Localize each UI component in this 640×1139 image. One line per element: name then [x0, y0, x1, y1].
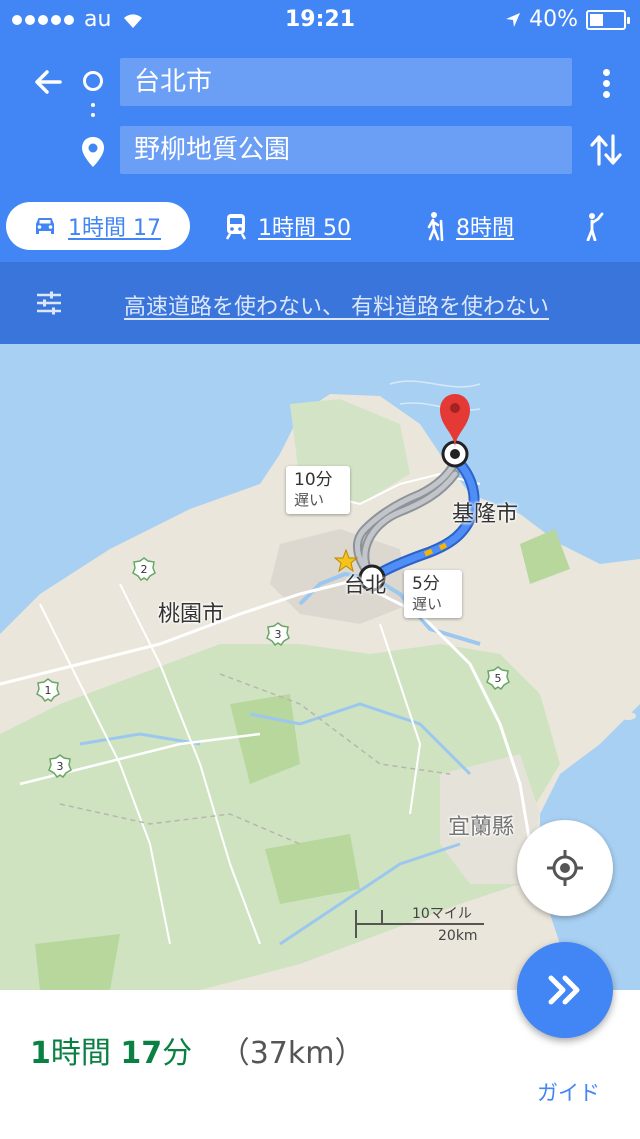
tab-walking-label: 8時間 [456, 216, 514, 241]
summary-minutes-unit: 分 [162, 1036, 193, 1071]
train-icon [225, 214, 247, 240]
my-location-button[interactable] [517, 820, 613, 916]
tab-driving[interactable]: 1時間 17 [6, 202, 190, 250]
summary-hours-number: 1 [30, 1036, 51, 1071]
route-shield-number: 1 [45, 684, 52, 697]
route-shield-number: 2 [141, 563, 148, 576]
callout-note: 遅い [294, 491, 325, 509]
swap-icon[interactable] [588, 130, 624, 170]
more-options-icon[interactable] [592, 66, 620, 102]
tab-driving-label: 1時間 17 [68, 216, 161, 241]
battery-fill [590, 13, 603, 26]
map-label-keelung: 基隆市 [452, 502, 519, 527]
start-navigation-button[interactable] [517, 942, 613, 1038]
map-scale: 10マイル 20km [354, 900, 494, 946]
summary-minutes-number: 17 [120, 1036, 163, 1071]
map-label-taoyuan: 桃園市 [158, 602, 225, 627]
route-callout-blue[interactable]: 5分 遅い [404, 570, 462, 618]
route-shield-icon: 1 [36, 678, 60, 703]
battery-icon [586, 9, 630, 30]
route-shield-icon: 3 [48, 754, 72, 779]
tab-transit[interactable]: 1時間 50 [224, 202, 351, 250]
route-options-text[interactable]: 高速道路を使わない、 有料道路を使わない [0, 289, 640, 321]
route-shield-number: 3 [57, 760, 64, 773]
location-arrow-icon [506, 12, 521, 27]
tab-transit-label: 1時間 50 [258, 216, 351, 241]
route-connector-dots [91, 103, 95, 123]
double-chevron-right-icon [548, 975, 580, 1005]
route-options-bar[interactable]: 高速道路を使わない、 有料道路を使わない [0, 262, 640, 344]
directions-header: au 19:21 40% 台北市 野柳地質公園 1時間 17 1時間 50 8時… [0, 0, 640, 262]
travel-mode-tabs: 1時間 17 1時間 50 8時間 [0, 198, 640, 258]
origin-input[interactable]: 台北市 [120, 58, 572, 106]
route-shield-number: 3 [275, 628, 282, 641]
callout-time: 10分 [294, 470, 333, 490]
route-callout-gray[interactable]: 10分 遅い [286, 466, 350, 514]
car-icon [36, 218, 54, 234]
battery-percent: 40% [529, 7, 578, 32]
back-arrow-icon[interactable] [28, 62, 68, 102]
scale-miles: 10マイル [412, 906, 472, 922]
tab-ride[interactable] [582, 202, 608, 250]
route-shield-icon: 2 [132, 557, 156, 582]
origin-circle-icon [83, 71, 103, 91]
route-shield-icon: 3 [266, 622, 290, 647]
route-summary: 1時間 17分 （37km） [30, 1028, 365, 1072]
callout-note: 遅い [412, 595, 443, 613]
ride-hail-icon [586, 212, 604, 241]
status-right: 40% [505, 7, 630, 32]
guide-link[interactable]: ガイド [537, 1077, 600, 1107]
callout-time: 5分 [412, 574, 440, 594]
map-label-taipei: 台北 [344, 573, 386, 597]
tab-walking[interactable]: 8時間 [422, 202, 514, 250]
destination-input[interactable]: 野柳地質公園 [120, 126, 572, 174]
map-label-yilan: 宜蘭縣 [448, 815, 515, 840]
summary-distance: （37km） [219, 1036, 365, 1071]
status-bar: au 19:21 40% [0, 0, 640, 38]
hiker-icon [427, 212, 444, 241]
destination-pin-icon [82, 137, 104, 167]
route-shield-icon: 5 [486, 666, 510, 691]
crosshair-icon [547, 850, 583, 886]
scale-km: 20km [438, 928, 478, 944]
route-shield-number: 5 [495, 672, 502, 685]
summary-hours-unit: 時間 [50, 1036, 111, 1071]
